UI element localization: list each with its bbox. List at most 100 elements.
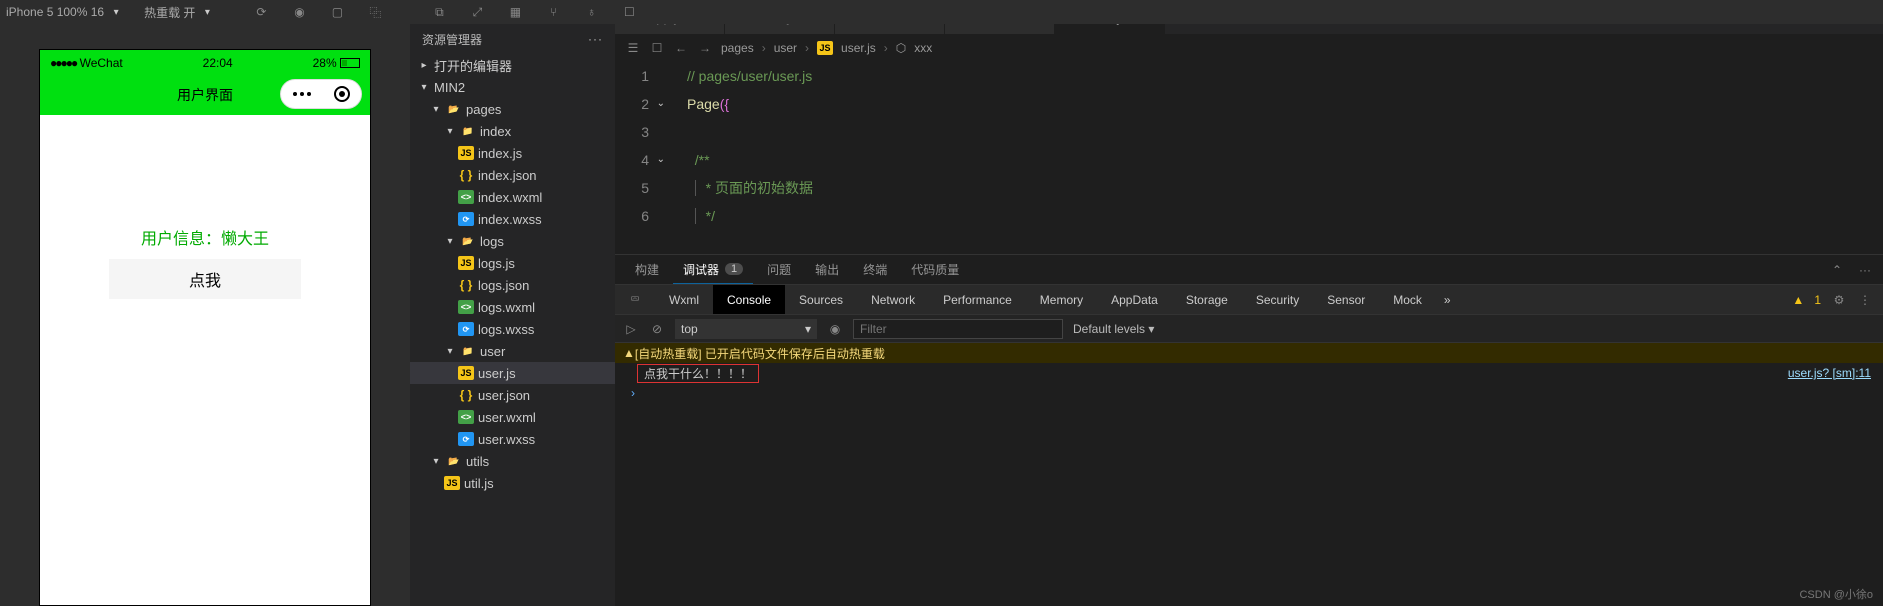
folder-user[interactable]: ▾📁user bbox=[410, 340, 615, 362]
clear-icon[interactable]: ⊘ bbox=[649, 321, 665, 337]
devtools-tabs: ⮹ Wxml Console Sources Network Performan… bbox=[615, 285, 1883, 315]
capsule-button[interactable] bbox=[280, 79, 362, 109]
filter-input[interactable] bbox=[853, 319, 1063, 339]
devtab-performance[interactable]: Performance bbox=[929, 285, 1026, 314]
devtab-memory[interactable]: Memory bbox=[1026, 285, 1097, 314]
record-icon[interactable]: ◉ bbox=[291, 4, 307, 20]
devtab-appdata[interactable]: AppData bbox=[1097, 285, 1172, 314]
root-folder[interactable]: ▾MIN2 bbox=[410, 76, 615, 98]
battery-icon bbox=[340, 58, 360, 68]
file-logs-wxss[interactable]: ⟳logs.wxss bbox=[410, 318, 615, 340]
file-logs-json[interactable]: { }logs.json bbox=[410, 274, 615, 296]
warn-icon: ▲ bbox=[623, 346, 635, 360]
code-editor[interactable]: 12⌄3 4⌄56 // pages/user/user.js Page({ /… bbox=[615, 62, 1883, 254]
box-icon[interactable]: ☐ bbox=[621, 4, 637, 20]
file-logs-wxml[interactable]: <>logs.wxml bbox=[410, 296, 615, 318]
devtab-wxml[interactable]: Wxml bbox=[655, 285, 713, 314]
tab-debugger[interactable]: 调试器1 bbox=[673, 255, 753, 284]
click-me-button[interactable]: 点我 bbox=[109, 259, 301, 299]
grid-icon[interactable]: ▦ bbox=[507, 4, 523, 20]
file-user-wxss[interactable]: ⟳user.wxss bbox=[410, 428, 615, 450]
file-index-js[interactable]: JSindex.js bbox=[410, 142, 615, 164]
breadcrumb-file[interactable]: user.js bbox=[841, 41, 876, 55]
signal-icon: ●●●●● bbox=[50, 56, 76, 70]
folder-index[interactable]: ▾📁index bbox=[410, 120, 615, 142]
breadcrumb-user[interactable]: user bbox=[774, 41, 797, 55]
file-index-wxss[interactable]: ⟳index.wxss bbox=[410, 208, 615, 230]
tab-problems[interactable]: 问题 bbox=[757, 255, 801, 284]
close-icon[interactable] bbox=[334, 86, 350, 102]
chevron-down-icon: ▾ bbox=[201, 7, 213, 18]
console-output: ▲ [自动热重载] 已开启代码文件保存后自动热重载 点我干什么！！！！ user… bbox=[615, 343, 1883, 403]
devtab-console[interactable]: Console bbox=[713, 285, 785, 314]
devtab-sensor[interactable]: Sensor bbox=[1313, 285, 1379, 314]
file-user-js[interactable]: JSuser.js bbox=[410, 362, 615, 384]
chevron-down-icon: ▾ bbox=[110, 7, 122, 18]
menu-icon[interactable] bbox=[293, 92, 311, 96]
more-icon[interactable]: ··· bbox=[588, 32, 603, 46]
chevron-up-icon[interactable]: ⌃ bbox=[1829, 262, 1845, 278]
tab-quality[interactable]: 代码质量 bbox=[901, 255, 969, 284]
overflow-icon[interactable]: » bbox=[1436, 293, 1459, 307]
play-icon[interactable]: ▷ bbox=[623, 321, 639, 337]
inspect-icon[interactable]: ⮹ bbox=[627, 292, 643, 308]
prompt-icon[interactable]: › bbox=[623, 386, 635, 400]
file-logs-js[interactable]: JSlogs.js bbox=[410, 252, 615, 274]
device-selector[interactable]: iPhone 5 100% 16 bbox=[6, 5, 104, 19]
time-label: 22:04 bbox=[203, 56, 233, 70]
console-warning-row: ▲ [自动热重载] 已开启代码文件保存后自动热重载 bbox=[615, 343, 1883, 363]
warning-icon[interactable]: ▲ bbox=[1792, 293, 1804, 307]
cube-icon: ⬡ bbox=[896, 41, 906, 55]
js-icon: JS bbox=[817, 41, 833, 55]
folder-logs[interactable]: ▾📂logs bbox=[410, 230, 615, 252]
devtab-sources[interactable]: Sources bbox=[785, 285, 857, 314]
watermark: CSDN @小徐o bbox=[1799, 586, 1873, 602]
folder-pages[interactable]: ▾📂pages bbox=[410, 98, 615, 120]
devtab-network[interactable]: Network bbox=[857, 285, 929, 314]
hot-reload-toggle[interactable]: 热重载 开 bbox=[144, 4, 195, 21]
file-index-json[interactable]: { }index.json bbox=[410, 164, 615, 186]
eye-icon[interactable]: ◉ bbox=[827, 321, 843, 337]
more-icon[interactable]: ··· bbox=[1857, 262, 1873, 278]
tab-output[interactable]: 输出 bbox=[805, 255, 849, 284]
folder-utils[interactable]: ▾📂utils bbox=[410, 450, 615, 472]
file-user-json[interactable]: { }user.json bbox=[410, 384, 615, 406]
list-icon[interactable]: ☰ bbox=[625, 40, 641, 56]
flow-icon[interactable]: ♁ bbox=[583, 4, 599, 20]
expand-icon[interactable]: ⤢ bbox=[469, 4, 485, 20]
phone-frame: ●●●●● WeChat 22:04 28% 用户界面 用户信息：懒大王 点我 bbox=[40, 50, 370, 605]
panel-tabs: 构建 调试器1 问题 输出 终端 代码质量 ⌃ ··· bbox=[615, 255, 1883, 285]
devtab-mock[interactable]: Mock bbox=[1379, 285, 1436, 314]
carrier-label: WeChat bbox=[80, 56, 123, 70]
bookmark-icon[interactable]: ☐ bbox=[649, 40, 665, 56]
console-log-row: 点我干什么！！！！ user.js? [sm]:11 bbox=[615, 363, 1883, 383]
context-selector[interactable]: top▾ bbox=[675, 319, 817, 339]
bottom-panel: 构建 调试器1 问题 输出 终端 代码质量 ⌃ ··· ⮹ Wxml Conso… bbox=[615, 254, 1883, 606]
file-index-wxml[interactable]: <>index.wxml bbox=[410, 186, 615, 208]
more-icon[interactable]: ⋮ bbox=[1857, 292, 1873, 308]
open-editors-section[interactable]: ▸打开的编辑器 bbox=[410, 54, 615, 76]
devtab-security[interactable]: Security bbox=[1242, 285, 1313, 314]
copy-icon[interactable]: ⿻ bbox=[367, 4, 383, 20]
page-title: 用户界面 bbox=[177, 85, 233, 105]
log-source-link[interactable]: user.js? [sm]:11 bbox=[1788, 366, 1875, 380]
levels-selector[interactable]: Default levels ▾ bbox=[1073, 322, 1154, 336]
simulator-panel: ●●●●● WeChat 22:04 28% 用户界面 用户信息：懒大王 点我 bbox=[0, 0, 410, 606]
devtab-storage[interactable]: Storage bbox=[1172, 285, 1242, 314]
layout-icon[interactable]: ⧉ bbox=[431, 4, 447, 20]
console-toolbar: ▷ ⊘ top▾ ◉ Default levels ▾ bbox=[615, 315, 1883, 343]
forward-icon[interactable]: → bbox=[697, 40, 713, 56]
gear-icon[interactable]: ⚙ bbox=[1831, 292, 1847, 308]
breadcrumb-symbol[interactable]: xxx bbox=[914, 41, 932, 55]
file-user-wxml[interactable]: <>user.wxml bbox=[410, 406, 615, 428]
nav-bar: 用户界面 bbox=[40, 75, 370, 115]
tab-terminal[interactable]: 终端 bbox=[853, 255, 897, 284]
refresh-icon[interactable]: ⟳ bbox=[253, 4, 269, 20]
branch-icon[interactable]: ⑂ bbox=[545, 4, 561, 20]
tab-build[interactable]: 构建 bbox=[625, 255, 669, 284]
file-util-js[interactable]: JSutil.js bbox=[410, 472, 615, 494]
file-tree: ▸打开的编辑器 ▾MIN2 ▾📂pages ▾📁index JSindex.js… bbox=[410, 54, 615, 606]
back-icon[interactable]: ← bbox=[673, 40, 689, 56]
breadcrumb-pages[interactable]: pages bbox=[721, 41, 754, 55]
device-icon[interactable]: ▢ bbox=[329, 4, 345, 20]
